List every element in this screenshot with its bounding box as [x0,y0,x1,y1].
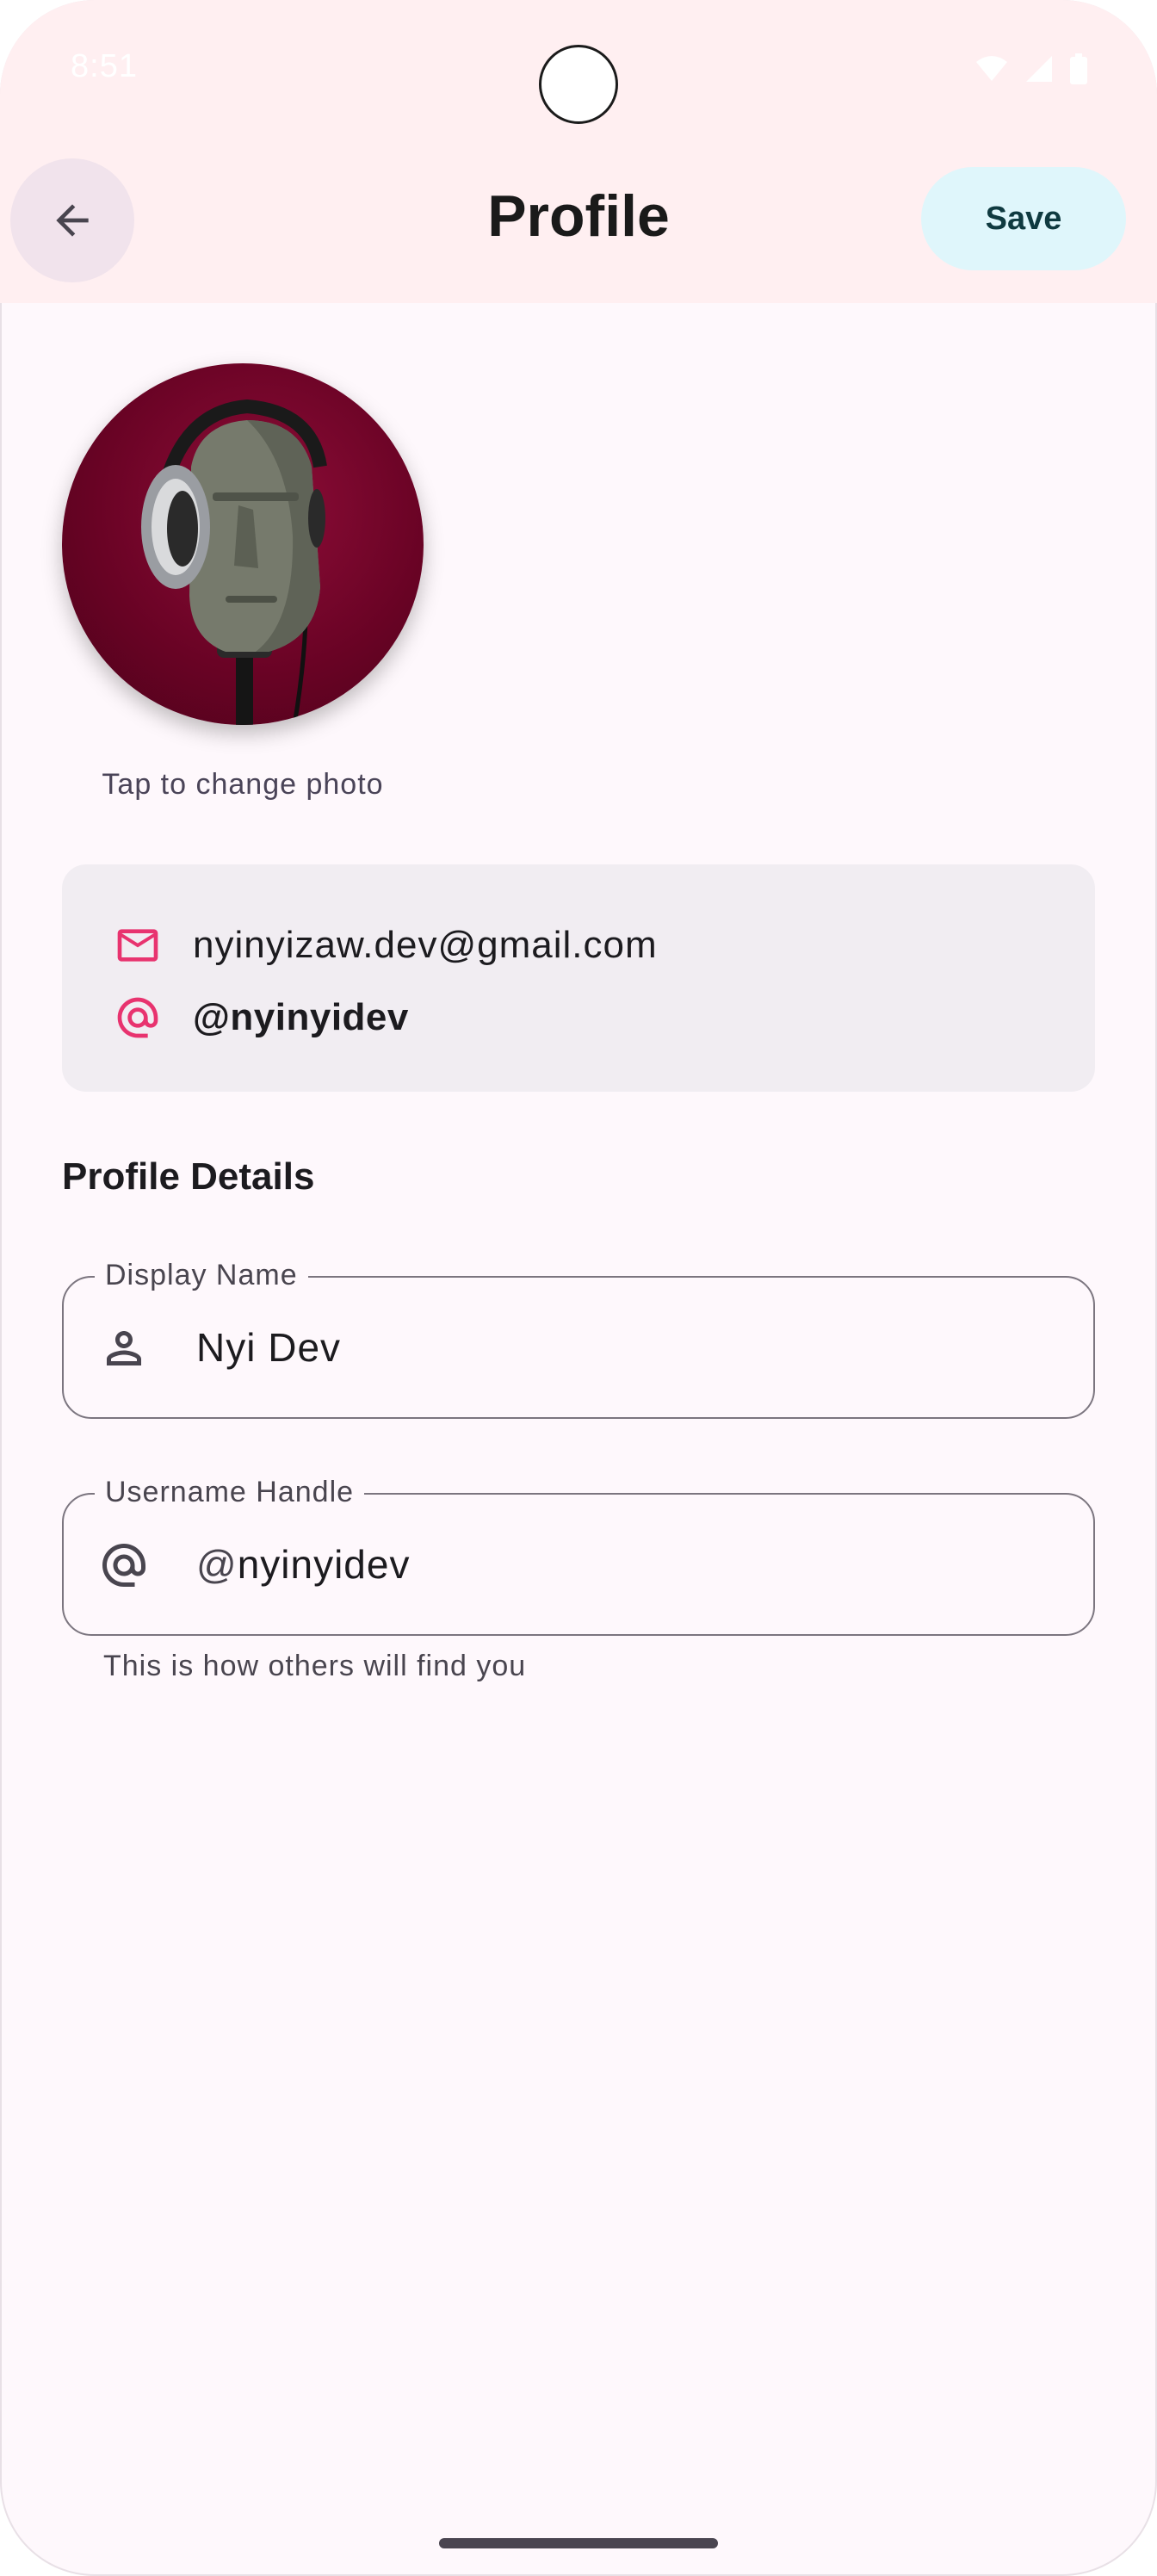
section-title: Profile Details [62,1155,315,1198]
change-photo-hint[interactable]: Tap to change photo [62,768,424,802]
status-time: 8:51 [71,48,138,84]
display-name-field[interactable]: Display Name Nyi Dev [62,1259,1095,1419]
username-value: nyinyidev [237,1542,411,1587]
email-row: nyinyizaw.dev@gmail.com [114,921,658,969]
username-label: Username Handle [95,1476,365,1509]
avatar[interactable] [62,363,424,725]
avatar-photo [141,399,327,725]
at-sign-icon [98,1539,150,1591]
status-icons [974,53,1088,84]
username-prefix: @ [196,1542,238,1587]
camera-cutout [539,45,618,124]
person-icon [98,1322,150,1374]
username-input[interactable]: @nyinyidev [196,1541,410,1588]
app-screen: 8:51 Profile Save Tap to change photo ny… [0,0,1157,2576]
home-indicator[interactable] [439,2538,718,2548]
battery-icon [1070,53,1087,84]
save-button[interactable]: Save [921,167,1126,270]
at-sign-icon [114,994,162,1042]
signal-icon [1026,56,1052,82]
mail-icon [114,921,162,969]
account-info-card: nyinyizaw.dev@gmail.com @nyinyidev [62,864,1095,1092]
email-text: nyinyizaw.dev@gmail.com [193,924,658,966]
handle-row: @nyinyidev [114,994,409,1042]
username-supporting-text: This is how others will find you [103,1650,527,1682]
display-name-label: Display Name [95,1259,308,1292]
handle-text: @nyinyidev [193,996,409,1038]
display-name-input[interactable]: Nyi Dev [196,1324,341,1371]
username-field[interactable]: Username Handle @nyinyidev [62,1476,1095,1636]
wifi-icon [976,56,1007,81]
